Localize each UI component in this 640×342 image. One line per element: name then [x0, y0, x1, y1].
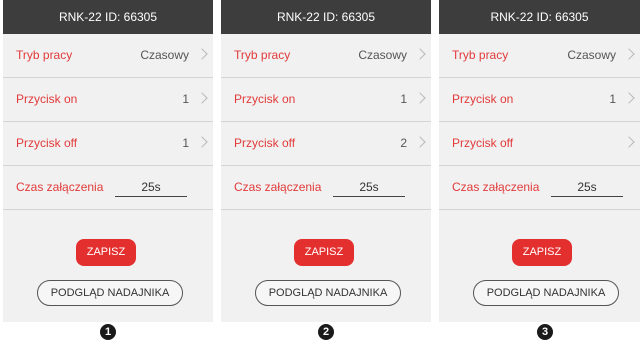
on-time-row: Czas załączenia 25s [439, 166, 640, 210]
chevron-right-icon [196, 136, 208, 148]
on-time-label: Czas załączenia [234, 180, 322, 194]
button-on-row[interactable]: Przycisk on 1 [221, 78, 431, 122]
save-button[interactable]: ZAPISZ [512, 239, 572, 266]
device-header: RNK-22 ID: 66305 [3, 0, 213, 34]
button-off-label: Przycisk off [452, 136, 514, 150]
button-on-label: Przycisk on [452, 92, 514, 106]
chevron-right-icon [196, 92, 208, 104]
mode-value: Czasowy [358, 48, 407, 62]
button-off-label: Przycisk off [234, 136, 296, 150]
step-marker-1: 1 [100, 324, 116, 340]
mode-value: Czasowy [140, 48, 189, 62]
screen-3: RNK-22 ID: 66305 Tryb pracy Czasowy Przy… [439, 0, 640, 322]
device-header: RNK-22 ID: 66305 [221, 0, 431, 34]
button-on-value: 1 [400, 92, 407, 106]
on-time-label: Czas załączenia [16, 180, 104, 194]
chevron-right-icon [414, 48, 426, 60]
screen-1: RNK-22 ID: 66305 Tryb pracy Czasowy Przy… [3, 0, 213, 322]
chevron-right-icon [623, 48, 635, 60]
preview-transmitter-button[interactable]: PODGLĄD NADAJNIKA [255, 280, 401, 306]
on-time-input[interactable]: 25s [551, 178, 623, 197]
button-on-value: 1 [609, 92, 616, 106]
on-time-label: Czas załączenia [452, 180, 540, 194]
button-on-label: Przycisk on [16, 92, 78, 106]
preview-transmitter-button[interactable]: PODGLĄD NADAJNIKA [37, 280, 183, 306]
button-off-row[interactable]: Przycisk off 1 [3, 122, 213, 166]
button-off-row[interactable]: Przycisk off [439, 122, 640, 166]
on-time-row: Czas załączenia 25s [3, 166, 213, 210]
button-on-value: 1 [182, 92, 189, 106]
mode-value: Czasowy [567, 48, 616, 62]
chevron-right-icon [196, 48, 208, 60]
on-time-input[interactable]: 25s [115, 178, 187, 197]
save-button[interactable]: ZAPISZ [294, 239, 354, 266]
button-off-value: 1 [182, 136, 189, 150]
chevron-right-icon [623, 92, 635, 104]
mode-row[interactable]: Tryb pracy Czasowy [3, 34, 213, 78]
preview-transmitter-button[interactable]: PODGLĄD NADAJNIKA [473, 280, 619, 306]
button-off-row[interactable]: Przycisk off 2 [221, 122, 431, 166]
button-on-label: Przycisk on [234, 92, 296, 106]
button-off-label: Przycisk off [16, 136, 78, 150]
mode-label: Tryb pracy [452, 48, 509, 62]
on-time-row: Czas załączenia 25s [221, 166, 431, 210]
device-header: RNK-22 ID: 66305 [439, 0, 640, 34]
mode-row[interactable]: Tryb pracy Czasowy [221, 34, 431, 78]
screen-2: RNK-22 ID: 66305 Tryb pracy Czasowy Przy… [221, 0, 431, 322]
button-off-value: 2 [400, 136, 407, 150]
button-on-row[interactable]: Przycisk on 1 [439, 78, 640, 122]
mode-label: Tryb pracy [16, 48, 73, 62]
button-on-row[interactable]: Przycisk on 1 [3, 78, 213, 122]
on-time-input[interactable]: 25s [333, 178, 405, 197]
chevron-right-icon [414, 136, 426, 148]
mode-label: Tryb pracy [234, 48, 291, 62]
chevron-right-icon [414, 92, 426, 104]
mode-row[interactable]: Tryb pracy Czasowy [439, 34, 640, 78]
chevron-right-icon [623, 136, 635, 148]
step-marker-3: 3 [537, 324, 553, 340]
step-marker-2: 2 [318, 324, 334, 340]
save-button[interactable]: ZAPISZ [76, 239, 136, 266]
